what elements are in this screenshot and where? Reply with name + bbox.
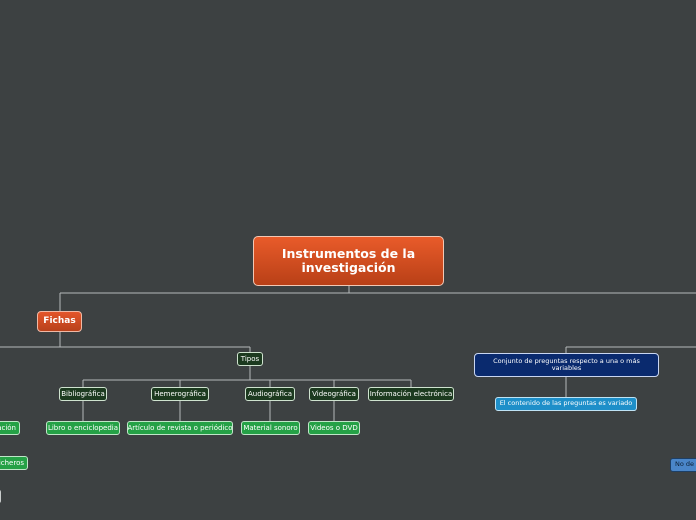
category-label: Hemerográfica xyxy=(154,389,206,398)
definition-label: Conjunto de preguntas respecto a una o m… xyxy=(493,356,640,372)
left-partial-node-1[interactable]: ación xyxy=(0,421,20,435)
category-label: Videográfica xyxy=(312,389,356,398)
example-videos[interactable]: Videos o DVD xyxy=(308,421,360,435)
left-partial-node-2[interactable]: ficheros xyxy=(0,456,28,470)
category-bibliografica[interactable]: Bibliográfica xyxy=(59,387,107,401)
root-node[interactable]: Instrumentos de la investigación xyxy=(253,236,444,286)
example-label: Videos o DVD xyxy=(310,423,358,432)
example-libro[interactable]: Libro o enciclopedia xyxy=(46,421,120,435)
cuestionario-definition-node[interactable]: Conjunto de preguntas respecto a una o m… xyxy=(474,353,659,377)
example-label: Artículo de revista o periódico xyxy=(127,423,233,432)
tipos-node[interactable]: Tipos xyxy=(237,352,263,366)
example-material-sonoro[interactable]: Material sonoro xyxy=(241,421,300,435)
right-partial-label: No de xyxy=(675,460,695,469)
detail-label: El contenido de las preguntas es variado xyxy=(499,399,633,408)
left-partial-label: ación xyxy=(0,423,16,432)
example-articulo[interactable]: Artículo de revista o periódico xyxy=(127,421,233,435)
category-label: Información electrónica xyxy=(369,389,453,398)
fichas-label: Fichas xyxy=(43,316,76,327)
left-partial-label: ficheros xyxy=(0,458,24,467)
example-label: Material sonoro xyxy=(243,423,298,432)
cuestionario-detail-node[interactable]: El contenido de las preguntas es variado xyxy=(495,397,637,411)
tipos-label: Tipos xyxy=(240,354,260,363)
category-hemerografica[interactable]: Hemerográfica xyxy=(151,387,209,401)
category-informacion-electronica[interactable]: Información electrónica xyxy=(368,387,454,401)
category-audiografica[interactable]: Audiográfica xyxy=(245,387,295,401)
category-videografica[interactable]: Videográfica xyxy=(309,387,359,401)
root-title: Instrumentos de la investigación xyxy=(281,245,416,275)
example-label: Libro o enciclopedia xyxy=(47,423,119,432)
fichas-node[interactable]: Fichas xyxy=(37,311,82,332)
left-partial-node-3[interactable] xyxy=(0,490,1,503)
category-label: Audiográfica xyxy=(247,389,293,398)
right-partial-node[interactable]: No de xyxy=(670,458,696,472)
category-label: Bibliográfica xyxy=(61,389,105,398)
